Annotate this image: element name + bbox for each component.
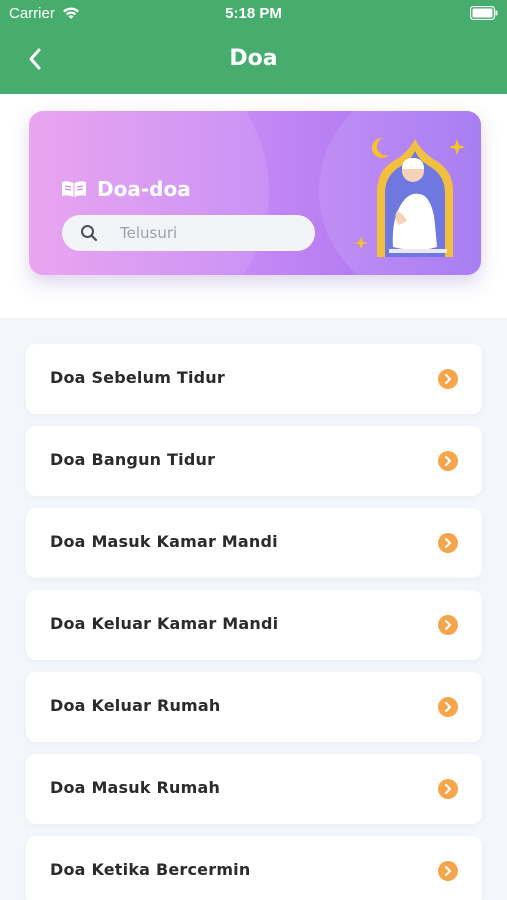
list-item-label: Doa Masuk Rumah	[50, 778, 221, 797]
app-header: Carrier 5:18 PM Doa	[0, 0, 507, 94]
hero-title: Doa-doa	[97, 177, 191, 201]
list-item[interactable]: Doa Masuk Rumah	[26, 754, 482, 824]
praying-person-illustration	[354, 137, 465, 257]
chevron-right-icon	[438, 451, 458, 471]
list-item[interactable]: Doa Bangun Tidur	[26, 426, 482, 496]
list-item-label: Doa Sebelum Tidur	[50, 368, 225, 387]
list-item-label: Doa Ketika Bercermin	[50, 860, 251, 879]
status-bar: Carrier 5:18 PM	[0, 0, 507, 28]
chevron-right-icon	[438, 615, 458, 635]
chevron-right-icon	[438, 533, 458, 553]
chevron-right-icon	[438, 779, 458, 799]
page-title: Doa	[229, 46, 278, 71]
hero-heading: Doa-doa	[61, 177, 191, 201]
hero-section: Doa-doa	[0, 94, 507, 318]
status-time: 5:18 PM	[225, 5, 282, 22]
list-item[interactable]: Doa Ketika Bercermin	[26, 836, 482, 900]
chevron-right-icon	[438, 861, 458, 881]
chevron-right-icon	[438, 369, 458, 389]
search-input[interactable]	[120, 224, 300, 242]
chevron-right-icon	[438, 697, 458, 717]
search-bar[interactable]	[62, 215, 315, 251]
list-item[interactable]: Doa Keluar Rumah	[26, 672, 482, 742]
list-item-label: Doa Masuk Kamar Mandi	[50, 532, 278, 551]
list-item[interactable]: Doa Sebelum Tidur	[26, 344, 482, 414]
list-item-label: Doa Keluar Rumah	[50, 696, 221, 715]
list-item-label: Doa Bangun Tidur	[50, 450, 216, 469]
hero-card: Doa-doa	[29, 111, 481, 275]
search-icon	[81, 225, 98, 242]
nav-bar: Doa	[0, 28, 507, 94]
battery-icon	[470, 6, 498, 20]
list-item-label: Doa Keluar Kamar Mandi	[50, 614, 279, 633]
list-item[interactable]: Doa Keluar Kamar Mandi	[26, 590, 482, 660]
book-open-icon	[62, 181, 86, 197]
list-item[interactable]: Doa Masuk Kamar Mandi	[26, 508, 482, 578]
